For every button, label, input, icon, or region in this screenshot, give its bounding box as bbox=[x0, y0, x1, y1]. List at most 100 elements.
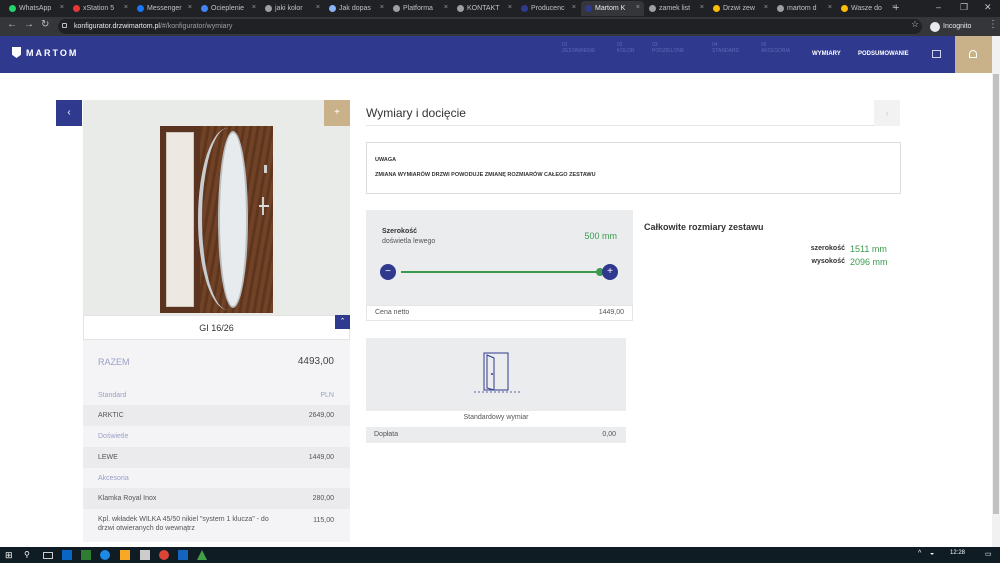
browser-tab[interactable]: Platforma × bbox=[389, 1, 452, 16]
tab-label: Jak dopas bbox=[339, 5, 371, 12]
tab-favicon-icon bbox=[649, 5, 656, 12]
step-akcesoria[interactable]: 05 AKCESORIA bbox=[761, 42, 790, 54]
step-kolor[interactable]: 02 KOLOR bbox=[617, 42, 635, 54]
tab-favicon-icon bbox=[841, 5, 848, 12]
tab-label: xStation 5 bbox=[83, 5, 115, 12]
step-podsumowanie[interactable]: PODSUMOWANIE bbox=[858, 51, 909, 57]
notification-icon[interactable]: ▭ bbox=[985, 550, 995, 560]
new-tab-button[interactable]: + bbox=[893, 2, 899, 14]
decrease-width-button[interactable]: − bbox=[380, 264, 396, 280]
close-window-icon[interactable]: ✕ bbox=[984, 2, 992, 13]
file-explorer-icon[interactable] bbox=[120, 550, 130, 560]
tab-label: Wasze do bbox=[851, 5, 882, 12]
step-label: STANDARD bbox=[712, 48, 740, 54]
tab-favicon-icon bbox=[393, 5, 400, 12]
browser-tab[interactable]: martom d × bbox=[773, 1, 836, 16]
site-header bbox=[0, 36, 1000, 73]
increase-width-button[interactable]: + bbox=[602, 264, 618, 280]
step-label: PODZIELONE bbox=[652, 48, 685, 54]
windows-start-icon[interactable]: ⊞ bbox=[5, 550, 15, 560]
search-icon[interactable]: ⚲ bbox=[24, 550, 34, 560]
reload-icon[interactable]: ↻ bbox=[41, 19, 49, 30]
tab-label: Producenc bbox=[531, 5, 565, 12]
width-slider-track[interactable] bbox=[401, 271, 600, 273]
browser-tab[interactable]: KONTAKT × bbox=[453, 1, 516, 16]
edge-icon[interactable] bbox=[100, 550, 110, 560]
tab-close-icon[interactable]: × bbox=[188, 4, 192, 11]
back-icon[interactable]: ← bbox=[7, 19, 17, 30]
step-wymiary[interactable]: WYMIARY bbox=[812, 51, 841, 57]
tab-label: Messenger bbox=[147, 5, 182, 12]
tab-close-icon[interactable]: × bbox=[508, 4, 512, 11]
tab-favicon-icon bbox=[201, 5, 208, 12]
address-bar[interactable]: konfigurator.drzwimartom.pl/#/konfigurat… bbox=[58, 19, 922, 34]
scrollbar-thumb[interactable] bbox=[993, 74, 999, 514]
browser-tab[interactable]: Producenc × bbox=[517, 1, 580, 16]
browser-tab[interactable]: Jak dopas × bbox=[325, 1, 388, 16]
step-standard[interactable]: 04 STANDARD bbox=[712, 42, 739, 54]
brand-logo[interactable]: MARTOM bbox=[12, 47, 78, 58]
forward-icon[interactable]: → bbox=[24, 19, 34, 30]
tab-close-icon[interactable]: × bbox=[764, 4, 768, 11]
tab-label: KONTAKT bbox=[467, 5, 500, 12]
step-zestawienie[interactable]: 01 ZESTAWIENIE bbox=[562, 42, 595, 54]
tab-label: Platforma bbox=[403, 5, 433, 12]
tab-close-icon[interactable]: × bbox=[124, 4, 128, 11]
tab-close-icon[interactable]: × bbox=[572, 4, 576, 11]
incognito-indicator[interactable]: Incognito bbox=[930, 19, 971, 34]
tab-favicon-icon bbox=[521, 5, 528, 12]
store-bag-icon[interactable] bbox=[140, 550, 150, 560]
browser-tab[interactable]: Wasze do × bbox=[837, 1, 900, 16]
bookmark-star-icon[interactable]: ☆ bbox=[911, 19, 919, 30]
browser-tab[interactable]: Messenger × bbox=[133, 1, 196, 16]
store-icon[interactable] bbox=[62, 550, 72, 560]
app-icon-2[interactable] bbox=[178, 550, 188, 560]
summary-row-lewe: LEWE 1449,00 bbox=[83, 447, 350, 468]
notice-text: ZMIANA WYMIARÓW DRZWI POWODUJE ZMIANĘ RO… bbox=[375, 172, 596, 178]
next-button[interactable]: › bbox=[874, 100, 900, 126]
maximize-icon[interactable]: ❐ bbox=[960, 2, 968, 13]
tab-close-icon[interactable]: × bbox=[828, 4, 832, 11]
tray-network-icon[interactable]: ◒ bbox=[930, 550, 940, 560]
tab-close-icon[interactable]: × bbox=[380, 4, 384, 11]
tab-close-icon[interactable]: × bbox=[60, 4, 64, 11]
browser-menu-icon[interactable]: ⋮ bbox=[988, 19, 998, 30]
summary-row-doswietle-head: Doświetle bbox=[83, 426, 350, 447]
chrome-icon[interactable] bbox=[159, 550, 169, 560]
door-handle bbox=[259, 205, 269, 207]
collapse-button[interactable]: ⌃ bbox=[335, 315, 350, 329]
tab-close-icon[interactable]: × bbox=[444, 4, 448, 11]
browser-tab[interactable]: Ocieplenie × bbox=[197, 1, 260, 16]
surcharge-value: 0,00 bbox=[602, 431, 616, 438]
browser-tab[interactable]: Martom K × bbox=[581, 1, 644, 16]
tab-close-icon[interactable]: × bbox=[700, 4, 704, 11]
summary-row-standard-head: Standard PLN bbox=[83, 385, 350, 406]
net-price-label: Cena netto bbox=[375, 309, 410, 316]
previous-button[interactable]: ‹ bbox=[56, 100, 82, 126]
app-icon[interactable] bbox=[81, 550, 91, 560]
step-label: ZESTAWIENIE bbox=[562, 48, 596, 54]
tab-close-icon[interactable]: × bbox=[252, 4, 256, 11]
tray-chevron-icon[interactable]: ^ bbox=[918, 550, 928, 560]
tab-close-icon[interactable]: × bbox=[636, 4, 640, 11]
step-podzielone[interactable]: 03 PODZIELONE bbox=[652, 42, 684, 54]
net-price-row: Cena netto 1449,00 bbox=[366, 305, 633, 321]
minimize-icon[interactable]: – bbox=[936, 2, 941, 12]
sidelite-glass bbox=[166, 132, 194, 307]
browser-tab[interactable]: Drzwi zew × bbox=[709, 1, 772, 16]
add-button[interactable]: + bbox=[324, 100, 350, 126]
browser-tab[interactable]: zamek list × bbox=[645, 1, 708, 16]
surcharge-label: Dopłata bbox=[374, 431, 399, 438]
notice-title: UWAGA bbox=[375, 157, 397, 163]
summary-row-klamka: Klamka Royal Inox 280,00 bbox=[83, 488, 350, 509]
step-label: KOLOR bbox=[617, 48, 635, 54]
cart-icon[interactable] bbox=[932, 50, 941, 58]
task-view-icon[interactable] bbox=[43, 552, 53, 559]
browser-tab[interactable]: WhatsApp × bbox=[5, 1, 68, 16]
taskbar-clock[interactable]: 12:28 bbox=[950, 550, 965, 556]
url-host: konfigurator.drzwimartom.pl bbox=[74, 23, 160, 30]
browser-tab[interactable]: jaki kolor × bbox=[261, 1, 324, 16]
browser-tab[interactable]: xStation 5 × bbox=[69, 1, 132, 16]
lock-icon[interactable] bbox=[62, 23, 67, 28]
tab-close-icon[interactable]: × bbox=[316, 4, 320, 11]
